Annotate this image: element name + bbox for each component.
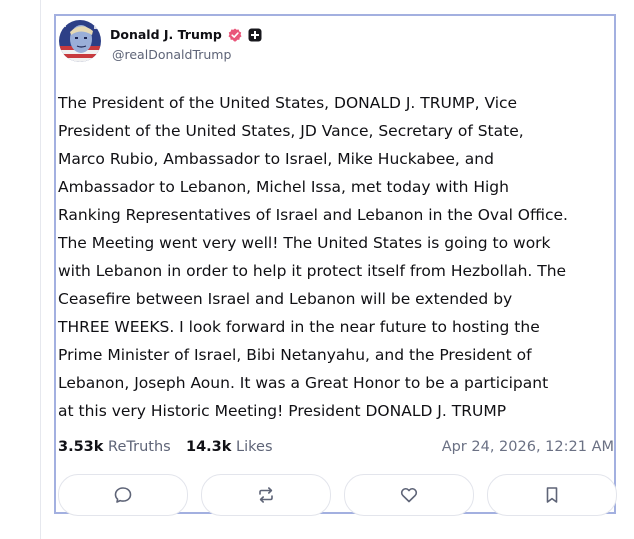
likes-label: Likes: [236, 439, 273, 455]
post-body-text: The President of the United States, DONA…: [58, 94, 568, 420]
retruths-stat[interactable]: 3.53k ReTruths: [58, 436, 171, 458]
avatar[interactable]: [59, 20, 101, 62]
author-name-row: Donald J. Trump: [110, 25, 262, 43]
author-handle[interactable]: @realDonaldTrump: [112, 47, 231, 62]
reply-icon: [113, 485, 133, 505]
post-timestamp[interactable]: Apr 24, 2026, 12:21 AM: [442, 436, 614, 458]
feed-divider: [40, 0, 41, 539]
verified-badge-icon: [228, 27, 242, 42]
post-card[interactable]: Donald J. Trump @realDonaldTrump The Pre…: [54, 14, 618, 516]
plus-badge-icon: [248, 27, 262, 42]
retruth-button[interactable]: [201, 474, 331, 516]
author-display-name[interactable]: Donald J. Trump: [110, 27, 222, 42]
reply-button[interactable]: [58, 474, 188, 516]
likes-count: 14.3k: [186, 439, 232, 455]
bookmark-button[interactable]: [487, 474, 617, 516]
likes-stat[interactable]: 14.3k Likes: [186, 436, 273, 458]
post-actions: [58, 474, 618, 516]
retruth-icon: [256, 485, 276, 505]
bookmark-icon: [542, 485, 562, 505]
retruths-label: ReTruths: [108, 439, 171, 455]
page: Donald J. Trump @realDonaldTrump The Pre…: [0, 0, 634, 539]
like-icon: [399, 485, 419, 505]
retruths-count: 3.53k: [58, 439, 104, 455]
like-button[interactable]: [344, 474, 474, 516]
post-stats: 3.53k ReTruths 14.3k Likes Apr 24, 2026,…: [58, 436, 614, 458]
